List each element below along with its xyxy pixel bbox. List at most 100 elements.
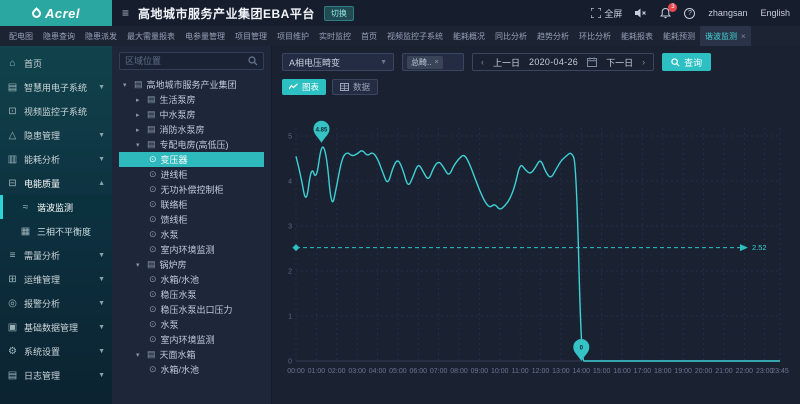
svg-text:15:00: 15:00 <box>593 368 611 375</box>
tree-leaf-node[interactable]: ⊙变压器 <box>119 152 264 167</box>
tab-item[interactable]: 电参量管理 <box>180 26 230 46</box>
switch-project-button[interactable]: 切换 <box>324 6 354 21</box>
view-chart-button[interactable]: 图表 <box>282 79 326 95</box>
prev-day-arrow-icon[interactable]: ‹ <box>481 57 484 67</box>
sidebar-item[interactable]: ≡需量分析▼ <box>0 243 112 267</box>
svg-text:14:00: 14:00 <box>573 368 591 375</box>
tree-leaf-node[interactable]: ⊙水箱/水池 <box>119 272 264 287</box>
prev-day-button[interactable]: 上一日 <box>493 56 520 69</box>
speaker-muted-icon <box>635 8 647 18</box>
tag-close-icon[interactable]: × <box>434 59 438 66</box>
tree-collapse-icon[interactable]: ▾ <box>136 351 143 359</box>
tree-node-label: 专配电房(高低压) <box>160 138 229 151</box>
tab-item[interactable]: 项目管理 <box>230 26 272 46</box>
date-picker-value[interactable]: 2020-04-26 <box>529 57 578 67</box>
tree-collapse-icon[interactable]: ▾ <box>123 81 130 89</box>
tree-collapse-icon[interactable]: ▾ <box>136 141 143 149</box>
tab-item[interactable]: 同比分析 <box>490 26 532 46</box>
view-data-button[interactable]: 数据 <box>332 79 378 95</box>
table-icon <box>340 83 349 91</box>
search-icon[interactable] <box>248 56 258 66</box>
language-switcher[interactable]: English <box>760 8 790 18</box>
tree-search-input[interactable] <box>125 56 244 66</box>
notification-badge: 3 <box>668 3 677 12</box>
svg-text:5: 5 <box>288 134 292 141</box>
tab-item[interactable]: 能耗概况 <box>448 26 490 46</box>
tree-group-node[interactable]: ▸▤消防水泵房 <box>119 122 264 137</box>
sidebar-item[interactable]: ⌂首页 <box>0 51 112 75</box>
help-icon[interactable]: ? <box>684 8 695 19</box>
sidebar-item[interactable]: ▤日志管理▼ <box>0 363 112 387</box>
notifications-button[interactable]: 3 <box>660 8 671 19</box>
tab-item[interactable]: 能耗预测 <box>658 26 700 46</box>
tree-leaf-node[interactable]: ⊙稳压水泵 <box>119 287 264 302</box>
tree-group-node[interactable]: ▸▤中水泵房 <box>119 107 264 122</box>
tree-group-node[interactable]: ▾▤天面水箱 <box>119 347 264 362</box>
next-day-arrow-icon[interactable]: › <box>642 57 645 67</box>
tree-node-label: 联络柜 <box>161 198 188 211</box>
collapse-menu-icon[interactable]: ≡ <box>122 7 129 19</box>
meter-icon: ⊙ <box>149 304 157 315</box>
tree-collapse-icon[interactable]: ▾ <box>136 261 143 269</box>
sidebar-item[interactable]: ⊟电能质量▲ <box>0 171 112 195</box>
tab-item[interactable]: 能耗报表 <box>616 26 658 46</box>
tree-expand-icon[interactable]: ▸ <box>136 111 143 119</box>
tab-close-icon[interactable]: × <box>741 32 746 41</box>
fullscreen-button[interactable]: 全屏 <box>591 7 622 20</box>
indicator-select[interactable]: A相电压畸变 ▼ <box>282 53 394 71</box>
harmonic-multiselect[interactable]: 总畸.. × <box>402 53 464 71</box>
tab-item[interactable]: 最大需量报表 <box>122 26 180 46</box>
sidebar-subitem[interactable]: ≈谐波监测 <box>0 195 112 219</box>
sidebar-item[interactable]: ▣基础数据管理▼ <box>0 315 112 339</box>
next-day-button[interactable]: 下一日 <box>606 56 633 69</box>
page-title: 高地城市服务产业集团EBA平台 <box>138 5 315 22</box>
database-icon: ▣ <box>7 322 18 333</box>
tree-leaf-node[interactable]: ⊙稳压水泵出口压力 <box>119 302 264 317</box>
fullscreen-label: 全屏 <box>604 7 622 20</box>
sidebar-item[interactable]: ⊡视频监控子系统 <box>0 99 112 123</box>
sidebar-subitem[interactable]: ▦三相不平衡度 <box>0 219 112 243</box>
tab-item[interactable]: 环比分析 <box>574 26 616 46</box>
tab-item[interactable]: 配电图 <box>4 26 38 46</box>
tree-leaf-node[interactable]: ⊙进线柜 <box>119 167 264 182</box>
sidebar-item[interactable]: ◎报警分析▼ <box>0 291 112 315</box>
sidebar-item[interactable]: ⚙系统设置▼ <box>0 339 112 363</box>
tree-group-node[interactable]: ▾▤高地城市服务产业集团 <box>119 77 264 92</box>
tree-leaf-node[interactable]: ⊙水泵 <box>119 317 264 332</box>
meter-icon: ⊙ <box>149 364 157 375</box>
tree-expand-icon[interactable]: ▸ <box>136 96 143 104</box>
tree-search-box <box>119 52 264 70</box>
calendar-icon[interactable] <box>587 57 597 67</box>
tab-item[interactable]: 隐患查询 <box>38 26 80 46</box>
tree-leaf-node[interactable]: ⊙室内环境监测 <box>119 242 264 257</box>
sidebar-item[interactable]: ▤智慧用电子系统▼ <box>0 75 112 99</box>
tab-item-active[interactable]: 谐波监测× <box>700 26 751 46</box>
sidebar-nav: ⌂首页▤智慧用电子系统▼⊡视频监控子系统△隐患管理▼▥能耗分析▼⊟电能质量▲≈谐… <box>0 46 112 404</box>
tab-item[interactable]: 首页 <box>356 26 382 46</box>
header-right: 全屏 3 ? zhangsan English <box>591 7 790 20</box>
sidebar-item[interactable]: ▥能耗分析▼ <box>0 147 112 171</box>
tree-group-node[interactable]: ▾▤专配电房(高低压) <box>119 137 264 152</box>
tab-item[interactable]: 实时监控 <box>314 26 356 46</box>
tab-item[interactable]: 趋势分析 <box>532 26 574 46</box>
tree-leaf-node[interactable]: ⊙馈线柜 <box>119 212 264 227</box>
sidebar-item[interactable]: ⊞运维管理▼ <box>0 267 112 291</box>
chevron-down-icon: ▼ <box>98 252 105 259</box>
tab-item[interactable]: 隐患派发 <box>80 26 122 46</box>
tab-item[interactable]: 项目维护 <box>272 26 314 46</box>
tree-group-node[interactable]: ▸▤生活泵房 <box>119 92 264 107</box>
series-line <box>296 147 780 361</box>
svg-text:4.85: 4.85 <box>316 127 328 133</box>
tree-leaf-node[interactable]: ⊙水泵 <box>119 227 264 242</box>
query-button[interactable]: 查询 <box>662 53 711 71</box>
tab-item[interactable]: 视频监控子系统 <box>382 26 448 46</box>
tree-group-node[interactable]: ▾▤锅炉房 <box>119 257 264 272</box>
tree-leaf-node[interactable]: ⊙无功补偿控制柜 <box>119 182 264 197</box>
tree-expand-icon[interactable]: ▸ <box>136 126 143 134</box>
tree-leaf-node[interactable]: ⊙水箱/水池 <box>119 362 264 377</box>
username[interactable]: zhangsan <box>708 8 747 18</box>
sidebar-item[interactable]: △隐患管理▼ <box>0 123 112 147</box>
tree-leaf-node[interactable]: ⊙室内环境监测 <box>119 332 264 347</box>
mute-button[interactable] <box>635 8 647 18</box>
tree-leaf-node[interactable]: ⊙联络柜 <box>119 197 264 212</box>
